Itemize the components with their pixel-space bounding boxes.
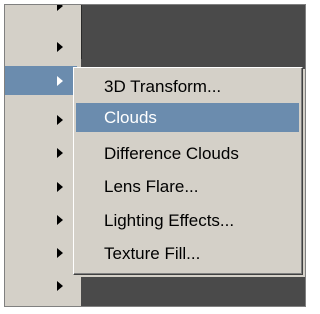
menu-item-lighting-effects[interactable]: Lighting Effects... (76, 206, 299, 235)
menu-item-clouds[interactable]: Clouds (76, 103, 299, 132)
parent-menu-item[interactable] (5, 5, 77, 20)
submenu-arrow-icon (57, 5, 63, 11)
submenu-arrow-icon (57, 75, 63, 86)
background-panel-bottom (81, 277, 305, 306)
parent-menu-item-render[interactable] (5, 66, 77, 95)
submenu-arrow-icon (57, 247, 63, 258)
parent-menu-item[interactable] (5, 238, 77, 267)
menu-item-difference-clouds[interactable]: Difference Clouds (76, 139, 299, 168)
background-panel (81, 5, 305, 59)
parent-menu-item[interactable] (5, 271, 77, 300)
parent-menu-item[interactable] (5, 172, 77, 201)
parent-menu-item[interactable] (5, 205, 77, 234)
parent-menu (5, 5, 81, 306)
menu-window: 3D Transform... Clouds Difference Clouds… (4, 4, 306, 307)
parent-menu-item[interactable] (5, 138, 77, 167)
submenu-arrow-icon (57, 114, 63, 125)
menu-item-3d-transform[interactable]: 3D Transform... (76, 72, 299, 101)
submenu-arrow-icon (57, 181, 63, 192)
submenu-arrow-icon (57, 147, 63, 158)
parent-menu-item[interactable] (5, 32, 77, 61)
menu-item-lens-flare[interactable]: Lens Flare... (76, 172, 299, 201)
render-submenu: 3D Transform... Clouds Difference Clouds… (73, 67, 303, 275)
submenu-arrow-icon (57, 41, 63, 52)
parent-menu-item[interactable] (5, 105, 77, 134)
menu-item-texture-fill[interactable]: Texture Fill... (76, 239, 299, 268)
submenu-arrow-icon (57, 280, 63, 291)
submenu-arrow-icon (57, 214, 63, 225)
